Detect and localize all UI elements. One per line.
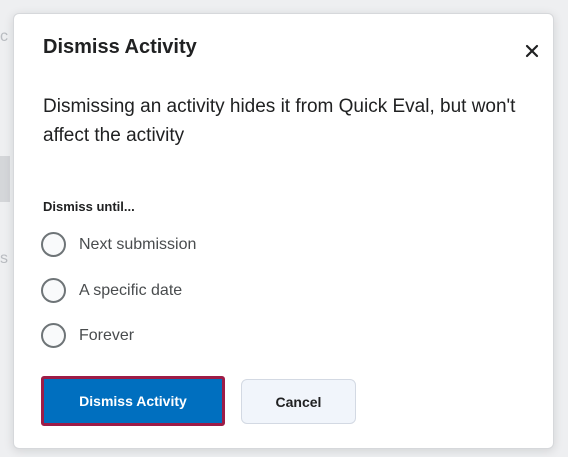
dismiss-activity-button[interactable]: Dismiss Activity <box>41 376 225 426</box>
radio-specific-date[interactable]: A specific date <box>41 278 182 303</box>
radio-label: Next submission <box>79 235 197 253</box>
radio-label: Forever <box>79 326 135 344</box>
dialog-title: Dismiss Activity <box>43 36 197 58</box>
close-button[interactable] <box>519 38 545 64</box>
radio-label: A specific date <box>79 281 183 299</box>
dialog-description: Dismissing an activity hides it from Qui… <box>43 96 516 146</box>
dismiss-activity-dialog: Dismiss Activity Dismissing an activity … <box>13 13 554 449</box>
radio-button[interactable] <box>41 232 66 257</box>
radio-button[interactable] <box>41 323 66 348</box>
background-text-fragment: c <box>0 28 8 45</box>
radio-button[interactable] <box>41 278 66 303</box>
dismiss-until-label: Dismiss until... <box>43 199 135 214</box>
radio-forever[interactable]: Forever <box>41 323 134 348</box>
close-icon <box>519 38 545 64</box>
background-text-fragment: s <box>0 250 8 267</box>
background-panel-fragment <box>0 156 10 202</box>
radio-next-submission[interactable]: Next submission <box>41 232 196 257</box>
cancel-button[interactable]: Cancel <box>241 379 356 424</box>
